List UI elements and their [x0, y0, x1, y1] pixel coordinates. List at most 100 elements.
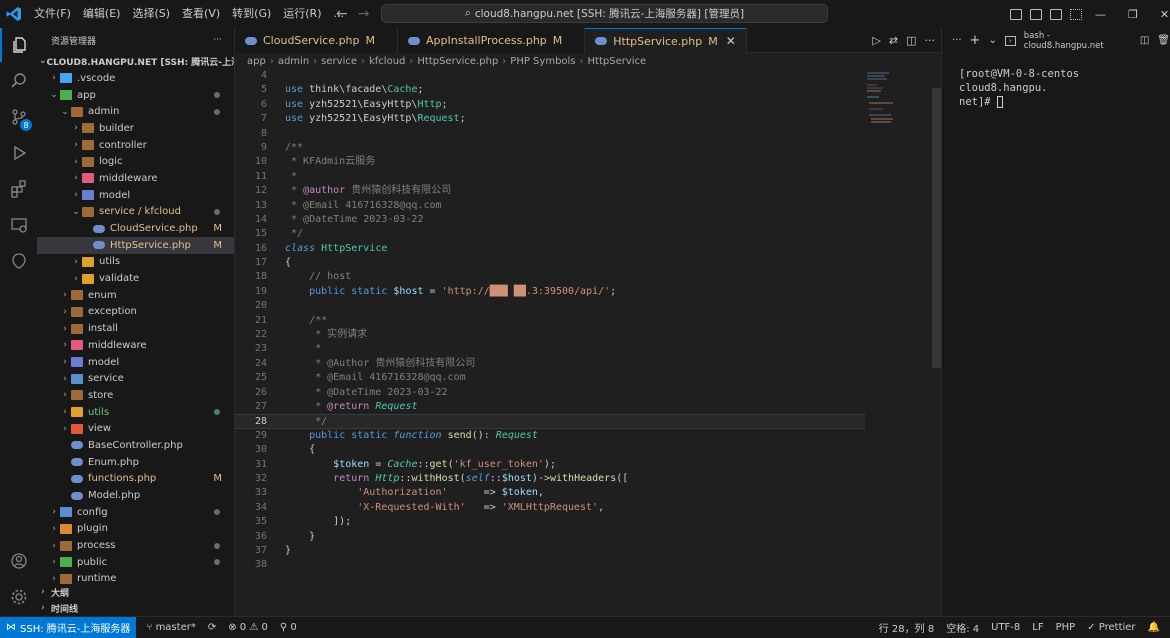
run-icon[interactable]: ▷	[872, 34, 880, 47]
tree-file[interactable]: HttpService.php M	[37, 236, 234, 254]
remote-explorer-icon[interactable]	[0, 208, 37, 242]
tree-item-label: public	[77, 556, 108, 568]
toggle-secondary-sidebar-icon[interactable]	[1050, 8, 1062, 20]
minimize-button[interactable]: —	[1095, 8, 1106, 21]
toggle-sidebar-icon[interactable]	[1010, 8, 1022, 20]
tree-folder[interactable]: › install	[37, 320, 234, 337]
tree-file[interactable]: Model.php	[37, 487, 234, 504]
breadcrumb-item[interactable]: app	[247, 56, 266, 67]
extensions-icon[interactable]	[0, 172, 37, 206]
tree-folder[interactable]: › middleware	[37, 337, 234, 354]
eol[interactable]: LF	[1032, 622, 1043, 633]
cursor-position[interactable]: 行 28，列 8	[879, 620, 934, 635]
trash-icon[interactable]: 🗑	[1157, 35, 1170, 46]
source-control-icon[interactable]: 8	[0, 100, 37, 134]
tree-folder[interactable]: ⌄ admin	[37, 103, 234, 120]
code-text: */	[285, 228, 304, 240]
breadcrumb-item[interactable]: PHP Symbols	[510, 56, 575, 67]
forward-arrow-icon[interactable]: →	[358, 6, 370, 22]
breadcrumb-item[interactable]: kfcloud	[369, 56, 405, 67]
explorer-icon[interactable]	[0, 28, 37, 62]
tree-file[interactable]: Enum.php	[37, 454, 234, 471]
tree-file[interactable]: CloudService.php M	[37, 220, 234, 237]
breadcrumb-item[interactable]: HttpService	[588, 56, 647, 67]
tree-file[interactable]: BaseController.php	[37, 437, 234, 454]
editor-tab[interactable]: HttpService.php M ✕	[585, 28, 747, 53]
account-icon[interactable]	[0, 544, 37, 578]
new-terminal-button[interactable]: +	[970, 33, 981, 48]
tree-folder[interactable]: › .vscode	[37, 70, 234, 87]
split-terminal-icon[interactable]: ◫	[1140, 35, 1149, 46]
editor-tab[interactable]: CloudService.php M	[235, 28, 399, 53]
testing-icon[interactable]	[0, 244, 37, 278]
language-mode[interactable]: PHP	[1056, 622, 1076, 633]
tree-folder[interactable]: ⌄ app	[37, 87, 234, 104]
tree-folder[interactable]: › config	[37, 504, 234, 521]
minimap[interactable]	[863, 69, 933, 129]
tree-folder[interactable]: › exception	[37, 304, 234, 321]
menu-item-5[interactable]: 运行(R)	[277, 0, 327, 28]
tree-folder[interactable]: › store	[37, 387, 234, 404]
branch-label: master*	[155, 622, 196, 633]
tree-folder[interactable]: › utils	[37, 404, 234, 421]
tree-folder[interactable]: › process	[37, 537, 234, 554]
sync-icon[interactable]: ⟳	[208, 622, 216, 633]
menu-item-2[interactable]: 选择(S)	[126, 0, 176, 28]
remote-indicator[interactable]: ⋈ SSH: 腾讯云-上海服务器	[0, 617, 137, 638]
tree-folder[interactable]: ⌄ service / kfcloud	[37, 204, 234, 221]
toggle-panel-icon[interactable]	[1030, 8, 1042, 20]
tree-folder[interactable]: › model	[37, 354, 234, 371]
close-tab-icon[interactable]: ✕	[726, 34, 736, 48]
indentation[interactable]: 空格: 4	[946, 620, 979, 635]
menu-item-4[interactable]: 转到(G)	[226, 0, 277, 28]
problems-status[interactable]: ⊗ 0 ⚠ 0	[228, 622, 268, 633]
chevron-down-icon[interactable]: ⌄	[988, 35, 996, 46]
command-center[interactable]: ⌕ cloud8.hangpu.net [SSH: 腾讯云-上海服务器] [管理…	[381, 4, 828, 23]
encoding[interactable]: UTF-8	[991, 622, 1020, 633]
tree-folder[interactable]: › middleware	[37, 170, 234, 187]
breadcrumb-item[interactable]: service	[321, 56, 357, 67]
more-icon[interactable]: ···	[952, 35, 962, 46]
menu-item-3[interactable]: 查看(V)	[176, 0, 226, 28]
notifications-icon[interactable]: 🔔	[1148, 622, 1160, 633]
breadcrumb-item[interactable]: HttpService.php	[417, 56, 498, 67]
tree-folder[interactable]: › service	[37, 370, 234, 387]
tree-folder[interactable]: › controller	[37, 137, 234, 154]
breadcrumb-item[interactable]: admin	[278, 56, 309, 67]
tree-folder[interactable]: › public	[37, 554, 234, 571]
workspace-root[interactable]: ⌄ CLOUD8.HANGPU.NET [SSH: 腾讯云-上海服...	[37, 52, 234, 70]
close-window-button[interactable]: ✕	[1160, 8, 1169, 21]
tree-folder[interactable]: › builder	[37, 120, 234, 137]
tree-folder[interactable]: › logic	[37, 153, 234, 170]
tree-file[interactable]: functions.php M	[37, 471, 234, 488]
branch-status[interactable]: ⑂ master*	[146, 622, 195, 633]
search-activity-icon[interactable]	[0, 64, 37, 98]
run-debug-icon[interactable]	[0, 136, 37, 170]
back-arrow-icon[interactable]: ←	[336, 6, 348, 22]
tree-folder[interactable]: › plugin	[37, 521, 234, 538]
prettier-status[interactable]: ✓ Prettier	[1087, 622, 1135, 633]
outline-section[interactable]: › 大纲	[37, 584, 234, 600]
editor-tab[interactable]: AppInstallProcess.php M	[398, 28, 586, 53]
explorer-more-button[interactable]: ···	[213, 35, 222, 45]
tree-folder[interactable]: › validate	[37, 270, 234, 287]
menu-item-1[interactable]: 编辑(E)	[77, 0, 127, 28]
tree-folder[interactable]: › view	[37, 420, 234, 437]
code-editor[interactable]: 4 5 use think\facade\Cache; 6 use yzh52521\E…	[235, 69, 930, 616]
settings-gear-icon[interactable]	[0, 580, 37, 614]
terminal-output[interactable]: [root@VM-0-8-centos cloud8.hangpu. net]#	[942, 53, 1170, 109]
customize-layout-icon[interactable]	[1070, 8, 1082, 20]
ports-status[interactable]: ⚲ 0	[280, 622, 297, 633]
restore-button[interactable]: ❐	[1128, 8, 1138, 21]
menu-item-0[interactable]: 文件(F)	[28, 0, 77, 28]
tree-folder[interactable]: › enum	[37, 287, 234, 304]
timeline-section[interactable]: › 时间线	[37, 600, 234, 616]
vscode-logo-icon	[0, 0, 28, 28]
more-actions-icon[interactable]: ···	[925, 34, 936, 47]
tree-folder[interactable]: › model	[37, 187, 234, 204]
tree-folder[interactable]: › utils	[37, 254, 234, 271]
split-editor-icon[interactable]: ◫	[906, 34, 916, 47]
editor-scrollbar[interactable]	[932, 88, 941, 368]
terminal-name[interactable]: bash - cloud8.hangpu.net	[1024, 31, 1132, 51]
compare-icon[interactable]: ⇄	[889, 34, 898, 47]
